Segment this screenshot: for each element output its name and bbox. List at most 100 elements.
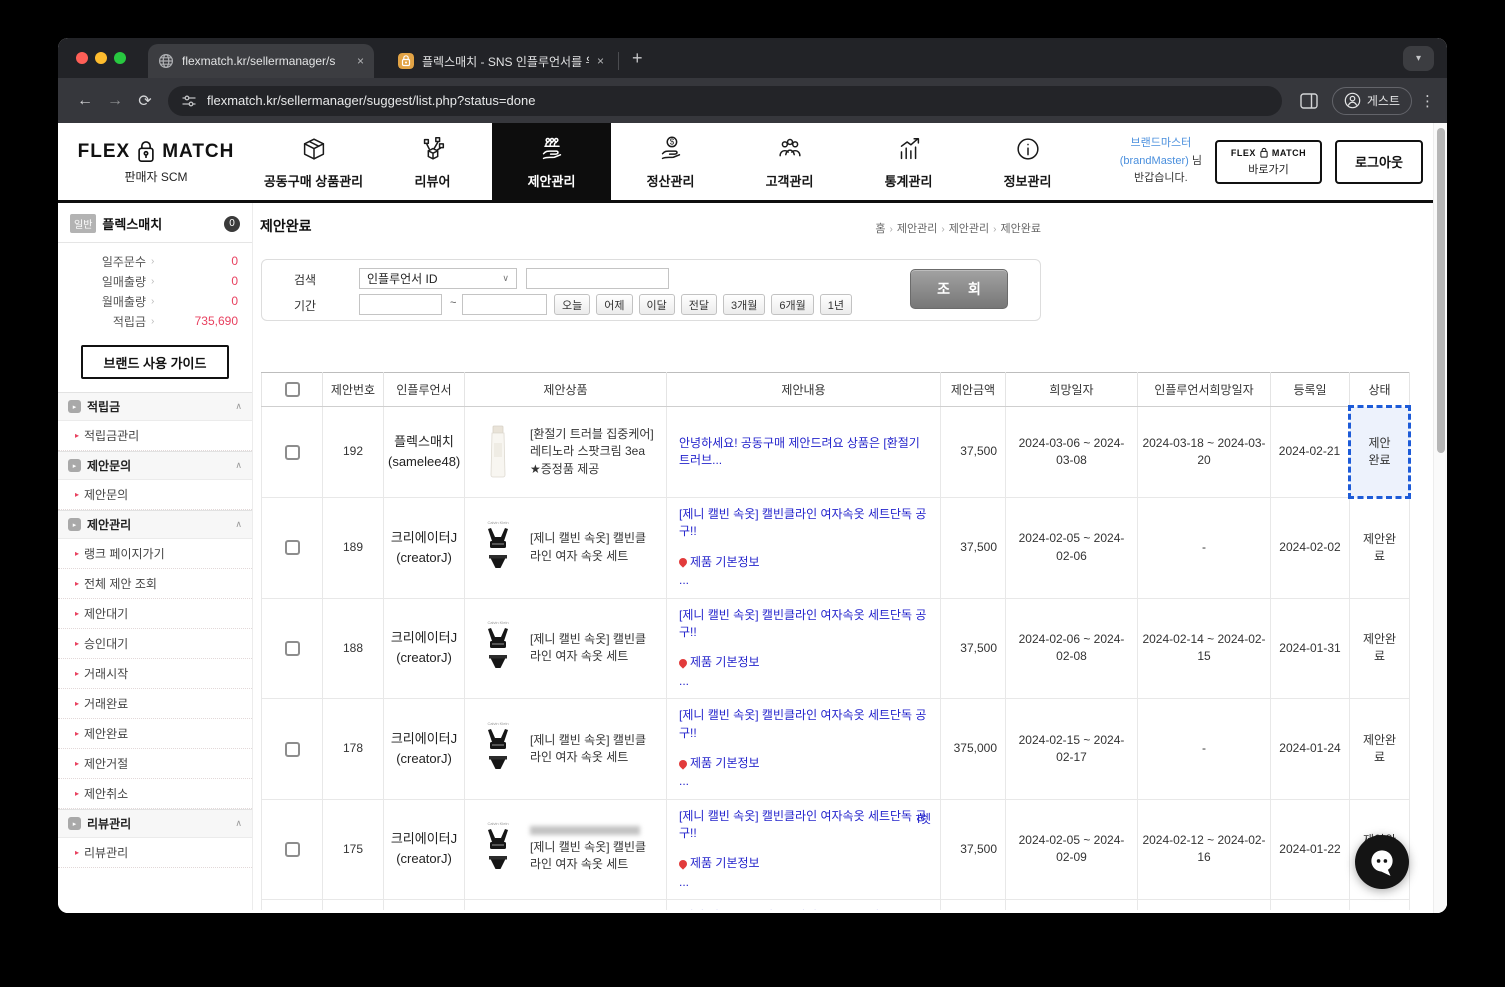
sidebar-section-review-management[interactable]: ▸ 리뷰관리 ∧ [58,809,252,838]
influencer-hope-date: - [1137,698,1271,800]
proposal-content-link[interactable]: [제니 캘빈 속옷] 캘빈클라인 여자속옷 세트단독 공구!! [679,909,926,910]
proposal-number: 189 [322,497,384,599]
sidebar-item-proposal-rejected[interactable]: ▸ 제안거절 [58,749,252,779]
search-submit-button[interactable]: 조 회 [910,269,1008,309]
sidebar-section-proposal-management[interactable]: ▸ 제안관리 ∧ [58,510,252,539]
product-image-cosmetic-tube [475,423,521,481]
sidebar-item-proposal-inquiry[interactable]: ▸ 제안문의 [58,480,252,510]
address-bar[interactable]: flexmatch.kr/sellermanager/suggest/list.… [168,85,1282,116]
content-tail-text: l렛 [917,811,931,826]
col-proposal-number: 제안번호 [322,372,384,407]
nav-item-information[interactable]: 정보관리 [968,123,1087,200]
proposal-content-link[interactable]: 안녕하세요! 공동구매 제안드려요 상품은 [환절기 트러브... [679,436,920,467]
date-from-input[interactable] [359,294,442,315]
item-bullet-icon: ▸ [75,579,80,588]
flexmatch-shortcut-button[interactable]: FLEX MATCH 바로가기 [1215,139,1322,184]
nav-item-statistics[interactable]: 통계관리 [849,123,968,200]
sidebar-brand: 일반 플렉스매치 0 [58,203,252,243]
row-checkbox[interactable] [284,540,300,556]
back-button[interactable]: ← [70,86,100,116]
product-image-underwear-set: Calvin Klein [475,718,521,780]
reload-button[interactable]: ⟳ [130,86,160,116]
col-amount: 제안금액 [940,372,1006,407]
window-maximize-button[interactable] [114,52,126,64]
stat-daily-sales[interactable]: 일매출량 › 0 [72,271,238,291]
tab-close-icon[interactable]: × [357,54,364,68]
chevron-right-icon: › [151,295,155,307]
reg-date: 2024-02-02 [1270,497,1350,599]
nav-item-settlement[interactable]: $ 정산관리 [611,123,730,200]
sidebar-section-points[interactable]: ▸ 적립금 ∧ [58,392,252,421]
sidebar-section-proposal-inquiry[interactable]: ▸ 제안문의 ∧ [58,451,252,480]
table-header-row: 제안번호 인플루언서 제안상품 제안내용 제안금액 희망일자 인플루언서희망일자… [261,372,1410,407]
sidebar-item-proposal-cancelled[interactable]: ▸ 제안취소 [58,779,252,809]
stat-points[interactable]: 적립금 › 735,690 [72,311,238,331]
proposal-content-link[interactable]: [제니 캘빈 속옷] 캘빈클라인 여자속옷 세트단독 공구!! [679,809,926,840]
sidebar-item-trade-complete[interactable]: ▸ 거래완료 [58,689,252,719]
sidebar-item-review-management[interactable]: ▸ 리뷰관리 [58,838,252,868]
logout-button[interactable]: 로그아웃 [1335,139,1423,184]
nav-item-customers[interactable]: 고객관리 [730,123,849,200]
tab-flexmatch-home[interactable]: 플렉스매치 - SNS 인플루언서를 위 × [388,44,614,78]
bar-chart-icon [900,137,919,159]
stat-weekly-orders[interactable]: 일주문수 › 0 [72,251,238,271]
sidebar-item-proposal-waiting[interactable]: ▸ 제안대기 [58,599,252,629]
proposal-content-link[interactable]: [제니 캘빈 속옷] 캘빈클라인 여자속옷 세트단독 공구!! [679,708,926,739]
scrollbar-track[interactable] [1433,123,1447,913]
sidebar-item-points-management[interactable]: ▸ 적립금관리 [58,421,252,451]
influencer-name: 플렉스매치 [394,433,454,449]
proposal-amount: 375,000 [940,698,1006,800]
hope-date: 2024-02-06 ~ 2024-02-08 [1005,597,1138,700]
proposal-content-link[interactable]: [제니 캘빈 속옷] 캘빈클라인 여자속옷 세트단독 공구!! [679,608,926,639]
sidebar-item-approval-waiting[interactable]: ▸ 승인대기 [58,629,252,659]
sidebar-item-trade-start[interactable]: ▸ 거래시작 [58,659,252,689]
brand-guide-button[interactable]: 브랜드 사용 가이드 [81,345,229,379]
flexmatch-logo[interactable]: FLEX MATCH 판매자 SCM [58,123,254,200]
influencer-name: 크리에이터J [390,630,458,646]
proposal-amount: 37,500 [940,798,1006,901]
new-tab-button[interactable]: + [632,48,643,68]
sidebar-item-rank-page[interactable]: ▸ 랭크 페이지가기 [58,539,252,569]
period-1year-button[interactable]: 1년 [819,294,852,315]
side-panel-icon[interactable] [1294,86,1324,116]
profile-button[interactable]: 게스트 [1331,86,1412,115]
tab-sellermanager[interactable]: flexmatch.kr/sellermanager/s × [148,44,374,78]
chat-button[interactable] [1355,835,1409,889]
sidebar-item-all-proposals[interactable]: ▸ 전체 제안 조회 [58,569,252,599]
item-bullet-icon: ▸ [75,609,80,618]
window-minimize-button[interactable] [95,52,107,64]
period-last-month-button[interactable]: 전달 [680,294,717,315]
influencer-id: (creatorJ) [396,650,452,666]
select-all-checkbox[interactable] [284,382,300,398]
date-to-input[interactable] [462,294,547,315]
tab-close-icon[interactable]: × [597,54,604,68]
proposal-content-link[interactable]: [제니 캘빈 속옷] 캘빈클라인 여자속옷 세트단독 공구!! [679,507,926,538]
tab-search-button[interactable]: ▾ [1403,46,1434,71]
period-this-month-button[interactable]: 이달 [638,294,675,315]
nav-item-reviewer[interactable]: 리뷰어 [373,123,492,200]
period-3months-button[interactable]: 3개월 [723,294,766,315]
nav-item-proposal-management[interactable]: 제안관리 [492,123,611,200]
nav-item-group-purchase[interactable]: 공동구매 상품관리 [254,123,373,200]
period-6months-button[interactable]: 6개월 [771,294,814,315]
row-checkbox[interactable] [284,741,300,757]
stat-monthly-sales[interactable]: 월매출량 › 0 [72,291,238,311]
row-checkbox[interactable] [284,640,300,656]
item-bullet-icon: ▸ [75,669,80,678]
period-yesterday-button[interactable]: 어제 [596,294,633,315]
greeting-text: 반갑습니다. [1134,172,1188,185]
scrollbar-thumb[interactable] [1437,128,1445,453]
search-input[interactable] [526,268,669,289]
browser-menu-icon[interactable]: ⋮ [1420,92,1435,110]
search-type-select[interactable]: 인플루언서 ID ∨ [359,268,517,289]
period-today-button[interactable]: 오늘 [554,294,591,315]
row-checkbox[interactable] [284,842,300,858]
status-cell-selected[interactable]: 제안완료 [1348,405,1411,499]
chevron-up-icon: ∧ [235,519,242,529]
breadcrumb-home[interactable]: 홈 [875,223,885,235]
window-close-button[interactable] [76,52,88,64]
forward-button[interactable]: → [100,86,130,116]
row-checkbox[interactable] [284,444,300,460]
sidebar-item-proposal-complete[interactable]: ▸ 제안완료 [58,719,252,749]
site-settings-icon[interactable] [181,93,197,109]
